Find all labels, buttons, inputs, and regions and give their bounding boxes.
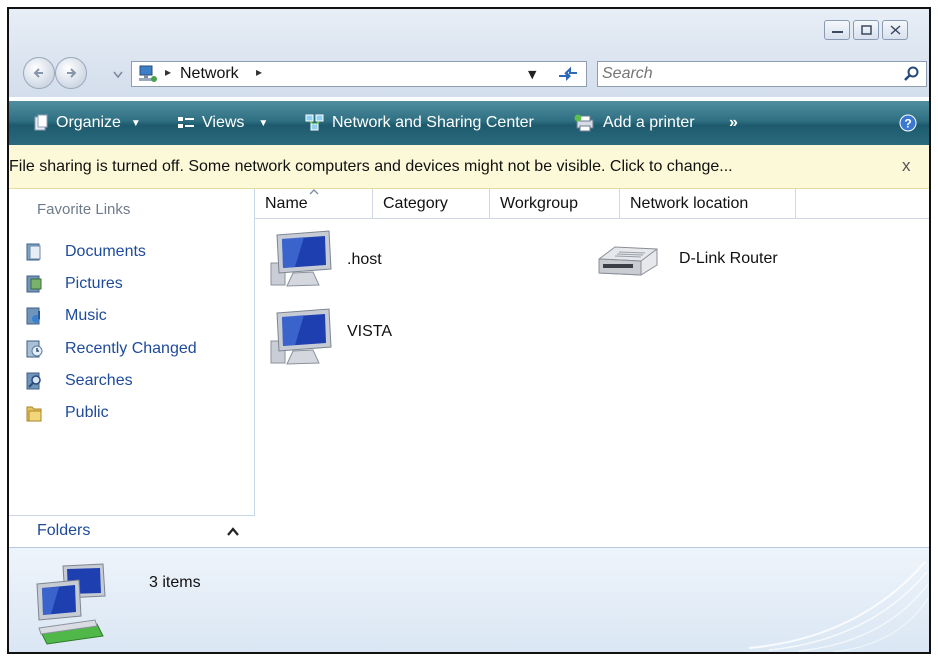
- title-bar: [9, 9, 929, 51]
- favorite-link-label: Recently Changed: [65, 340, 197, 357]
- computer-icon: [270, 308, 332, 365]
- minimize-icon: [832, 31, 843, 33]
- breadcrumb-separator-icon[interactable]: ▸: [165, 65, 171, 79]
- network-item-vista[interactable]: VISTA: [269, 307, 392, 369]
- forward-button[interactable]: [55, 57, 87, 89]
- views-label: Views: [202, 114, 245, 131]
- documents-icon: [26, 243, 41, 261]
- network-location-icon: [139, 65, 157, 82]
- recent-pages-chevron-icon[interactable]: [113, 71, 123, 79]
- printer-icon: [574, 114, 594, 132]
- network-item-host[interactable]: .host: [269, 229, 382, 291]
- column-header-label: Category: [383, 194, 448, 212]
- favorite-link-pictures[interactable]: Pictures: [25, 271, 123, 297]
- network-sharing-center-button[interactable]: Network and Sharing Center: [305, 101, 534, 145]
- favorite-link-searches[interactable]: Searches: [25, 368, 133, 394]
- network-sharing-label: Network and Sharing Center: [332, 114, 534, 131]
- content-pane: Name Category Workgroup Network location…: [255, 189, 929, 547]
- refresh-icon[interactable]: [557, 66, 579, 82]
- maximize-button[interactable]: [853, 20, 879, 40]
- more-commands-button[interactable]: »: [729, 101, 738, 145]
- column-header-category[interactable]: Category: [373, 189, 490, 219]
- pictures-icon: [26, 275, 42, 293]
- organize-label: Organize: [56, 114, 121, 131]
- search-icon[interactable]: [904, 66, 920, 82]
- favorite-link-label: Music: [65, 307, 107, 324]
- favorite-link-label: Searches: [65, 372, 133, 389]
- favorite-link-label: Documents: [65, 243, 146, 260]
- music-icon: [26, 307, 40, 325]
- details-pane-swoosh: [748, 561, 929, 652]
- search-box[interactable]: [597, 61, 927, 87]
- network-item-router[interactable]: D-Link Router: [595, 241, 778, 277]
- details-pane: 3 items: [9, 547, 929, 652]
- searches-icon: [26, 372, 41, 390]
- router-icon: [598, 246, 658, 276]
- column-header-workgroup[interactable]: Workgroup: [490, 189, 620, 219]
- add-printer-label: Add a printer: [603, 114, 695, 131]
- address-dropdown-icon[interactable]: ▼: [528, 68, 536, 81]
- network-item-label: D-Link Router: [679, 250, 778, 267]
- column-header-name[interactable]: Name: [255, 189, 373, 219]
- folders-label: Folders: [37, 522, 91, 539]
- public-folder-icon: [26, 406, 42, 422]
- network-item-label: VISTA: [347, 323, 393, 340]
- network-item-label: .host: [347, 251, 382, 268]
- views-icon: [178, 117, 194, 128]
- favorite-link-label: Pictures: [65, 275, 123, 292]
- views-dropdown-icon: ▼: [258, 117, 269, 129]
- computer-icon: [270, 230, 332, 287]
- sort-ascending-icon: [309, 189, 319, 195]
- close-window-button[interactable]: [882, 20, 908, 40]
- network-folder-icon: [36, 563, 106, 645]
- header-divider: [796, 218, 929, 219]
- views-button[interactable]: Views ▼: [177, 101, 268, 145]
- favorite-link-recently-changed[interactable]: Recently Changed: [25, 336, 197, 362]
- address-bar[interactable]: ▸ Network ▸ ▼: [131, 61, 587, 87]
- explorer-window: ▸ Network ▸ ▼ Organize ▼ Views: [7, 7, 931, 654]
- favorite-link-documents[interactable]: Documents: [25, 239, 146, 265]
- info-bar-message[interactable]: File sharing is turned off. Some network…: [9, 158, 733, 176]
- info-bar[interactable]: File sharing is turned off. Some network…: [9, 145, 929, 189]
- search-input[interactable]: [600, 63, 894, 85]
- command-bar: Organize ▼ Views ▼ Network and Sharing C…: [9, 101, 929, 145]
- chevron-up-icon: [227, 527, 239, 536]
- back-arrow-icon: [33, 68, 43, 78]
- help-icon[interactable]: ?: [899, 114, 917, 132]
- maximize-icon: [861, 25, 872, 35]
- folders-toggle[interactable]: Folders: [9, 515, 255, 547]
- organize-icon: [34, 114, 48, 131]
- favorite-link-public[interactable]: Public: [25, 400, 109, 426]
- column-header-network-location[interactable]: Network location: [620, 189, 796, 219]
- favorite-links-title: Favorite Links: [37, 201, 131, 218]
- back-button[interactable]: [23, 57, 55, 89]
- recently-changed-icon: [26, 340, 43, 358]
- column-header-label: Workgroup: [500, 194, 578, 212]
- favorite-link-music[interactable]: Music: [25, 303, 107, 329]
- breadcrumb-chevron-icon[interactable]: ▸: [256, 65, 262, 79]
- close-icon: [890, 25, 901, 35]
- item-count: 3 items: [149, 574, 201, 591]
- column-header-label: Network location: [630, 194, 749, 212]
- navigation-pane: Favorite Links Documents Pictures Music …: [9, 189, 255, 547]
- organize-dropdown-icon: ▼: [130, 117, 141, 129]
- svg-text:?: ?: [904, 117, 911, 131]
- organize-button[interactable]: Organize ▼: [33, 101, 141, 145]
- forward-arrow-icon: [67, 68, 77, 78]
- network-sharing-icon: [305, 114, 324, 131]
- add-printer-button[interactable]: Add a printer: [574, 101, 695, 145]
- favorite-link-label: Public: [65, 404, 109, 421]
- breadcrumb-network[interactable]: Network: [180, 65, 239, 83]
- info-bar-close-icon[interactable]: x: [902, 156, 911, 176]
- minimize-button[interactable]: [824, 20, 850, 40]
- column-header-label: Name: [265, 194, 308, 212]
